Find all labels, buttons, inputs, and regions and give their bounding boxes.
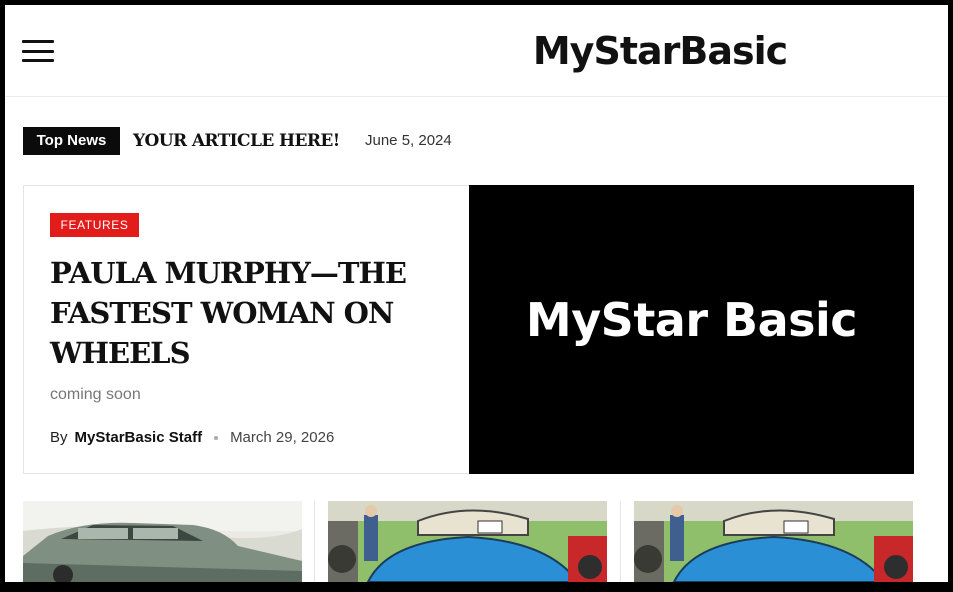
featured-article-title[interactable]: PAULA MURPHY—THE FASTEST WOMAN ON WHEELS [50,253,450,373]
featured-article-card: FEATURES PAULA MURPHY—THE FASTEST WOMAN … [23,185,914,474]
top-news-badge: Top News [23,127,120,155]
category-tag-features[interactable]: FEATURES [50,213,139,237]
article-meta: By MyStarBasic Staff March 29, 2026 [50,429,334,446]
vintage-car-illustration [23,501,302,582]
ticker-headline-link[interactable]: YOUR ARTICLE HERE! [133,127,340,155]
thumbnail-divider [314,501,315,582]
article-thumbnail-blue-truck[interactable] [328,501,607,582]
image-brand-text: MyStar Basic [525,292,858,347]
ticker-date: June 5, 2024 [365,132,452,149]
by-label: By [50,429,68,446]
hamburger-menu-icon[interactable] [21,37,55,65]
article-date: March 29, 2026 [230,429,335,446]
featured-article-body: FEATURES PAULA MURPHY—THE FASTEST WOMAN … [24,186,469,473]
author-link[interactable]: MyStarBasic Staff [75,429,203,446]
article-thumbnail-vintage-car[interactable] [23,501,302,582]
article-thumbnail-blue-truck-2[interactable] [634,501,913,582]
site-title[interactable]: MyStarBasic [435,23,885,79]
meta-separator-dot [214,435,219,440]
thumbnail-divider [620,501,621,582]
page-frame: MyStarBasic Top News YOUR ARTICLE HERE! … [5,5,948,582]
site-header: MyStarBasic [5,5,948,97]
blue-truck-illustration [634,501,913,582]
featured-article-excerpt: coming soon [50,386,141,403]
blue-truck-illustration [328,501,607,582]
featured-article-image[interactable]: MyStar Basic [469,185,914,474]
top-news-ticker: Top News YOUR ARTICLE HERE! June 5, 2024 [23,127,723,155]
